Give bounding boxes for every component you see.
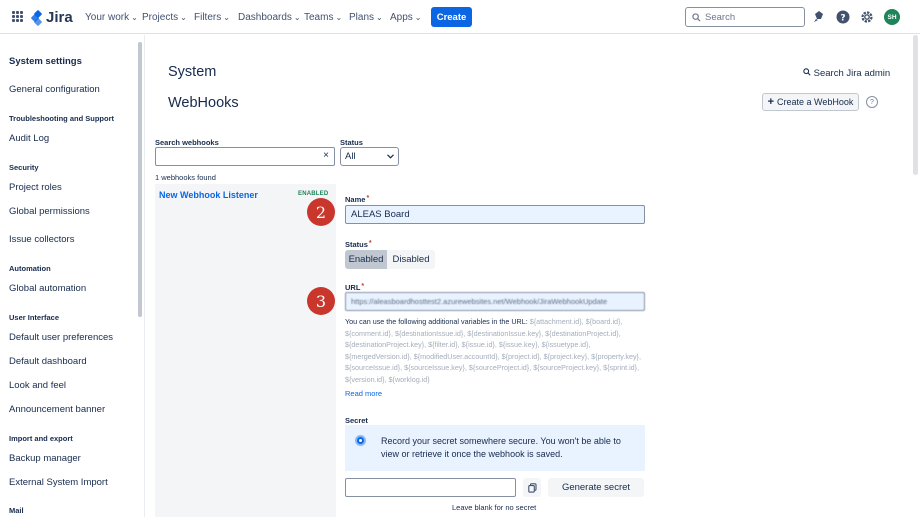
step-marker-2: 2 (307, 198, 335, 226)
create-webhook-button[interactable]: + Create a WebHook (762, 93, 859, 111)
clear-search-icon[interactable]: × (323, 150, 329, 161)
avatar[interactable]: SH (884, 9, 900, 25)
search-jira-admin-link[interactable]: Search Jira admin (803, 68, 890, 79)
url-variables-help: You can use the following additional var… (345, 317, 641, 384)
settings-icon[interactable] (860, 10, 874, 24)
chevron-down-icon: ⌄ (293, 13, 301, 22)
nav-projects[interactable]: Projects ⌄ (142, 12, 187, 23)
sidebar-section-automation: Automation (9, 264, 51, 273)
secret-helper-text: Leave blank for no secret (452, 503, 537, 512)
sidebar-item-issue-collectors[interactable]: Issue collectors (9, 234, 74, 245)
sidebar-section-user-interface: User Interface (9, 313, 60, 322)
search-webhooks-label: Search webhooks (155, 138, 219, 147)
help-button[interactable]: ? (866, 96, 878, 108)
info-icon (355, 435, 366, 446)
help-icon[interactable]: ? (836, 10, 850, 24)
sidebar-section-troubleshooting: Troubleshooting and Support (9, 114, 114, 123)
status-disabled-toggle[interactable]: Disabled (387, 250, 435, 269)
sidebar-item-default-dashboard[interactable]: Default dashboard (9, 356, 87, 367)
chevron-down-icon: ⌄ (223, 13, 230, 22)
sidebar-section-mail: Mail (9, 506, 24, 515)
sidebar-item-audit-log[interactable]: Audit Log (9, 133, 49, 144)
sidebar (0, 35, 145, 517)
status-enabled-toggle[interactable]: Enabled (345, 250, 387, 269)
webhooks-found-count: 1 webhooks found (155, 173, 216, 182)
sidebar-item-global-permissions[interactable]: Global permissions (9, 206, 90, 217)
page-scrollbar[interactable] (913, 35, 918, 175)
sidebar-section-import-export: Import and export (9, 434, 73, 443)
required-indicator: * (368, 240, 372, 247)
status-filter-label: Status (340, 138, 363, 147)
sidebar-item-global-automation[interactable]: Global automation (9, 283, 86, 294)
secret-info-text: Record your secret somewhere secure. You… (381, 436, 621, 459)
copy-icon (527, 482, 537, 493)
nav-dashboards[interactable]: Dashboards ⌄ (238, 12, 301, 23)
status-badge: ENABLED (298, 191, 329, 197)
sidebar-item-external-system-import[interactable]: External System Import (9, 477, 108, 488)
generate-secret-button[interactable]: Generate secret (548, 478, 644, 497)
sidebar-item-look-and-feel[interactable]: Look and feel (9, 380, 66, 391)
nav-plans[interactable]: Plans ⌄ (349, 12, 383, 23)
required-indicator: * (366, 195, 370, 202)
sidebar-section-security: Security (9, 163, 39, 172)
chevron-down-icon: ⌄ (414, 13, 422, 22)
secret-field-label: Secret (345, 416, 368, 425)
sidebar-title: System settings (9, 56, 82, 67)
sidebar-item-announcement-banner[interactable]: Announcement banner (9, 404, 105, 415)
svg-text:?: ? (840, 14, 845, 24)
secret-input[interactable] (345, 478, 516, 497)
webhook-list-item[interactable]: New Webhook Listener (159, 190, 258, 200)
nav-filters[interactable]: Filters ⌄ (194, 12, 230, 23)
status-filter-select[interactable]: All (340, 147, 399, 166)
sidebar-item-project-roles[interactable]: Project roles (9, 182, 62, 193)
nav-your-work[interactable]: Your work ⌄ (85, 12, 138, 23)
url-input[interactable]: https://aleasboardhosttest2.azurewebsite… (345, 292, 645, 311)
page-subtitle: WebHooks (168, 95, 239, 111)
nav-apps[interactable]: Apps ⌄ (390, 12, 422, 23)
global-search-input[interactable]: Search (685, 7, 805, 27)
name-input[interactable]: ALEAS Board (345, 205, 645, 224)
copy-secret-button[interactable] (523, 478, 541, 497)
sidebar-scrollbar[interactable] (138, 42, 142, 317)
webhook-list (155, 184, 336, 517)
jira-logo[interactable]: Jira (30, 9, 73, 26)
required-indicator: * (361, 283, 365, 290)
sidebar-item-default-user-preferences[interactable]: Default user preferences (9, 332, 113, 343)
search-icon (692, 12, 701, 22)
page-title: System (168, 64, 217, 80)
chevron-down-icon: ⌄ (335, 13, 343, 22)
nav-teams[interactable]: Teams ⌄ (304, 12, 342, 23)
chevron-down-icon: ⌄ (180, 13, 187, 22)
status-field-label: Status* (345, 240, 372, 249)
url-variables-list: ${attachment.id}, ${board.id}, ${comment… (345, 317, 641, 384)
search-webhooks-input[interactable]: × (155, 147, 335, 166)
step-marker-3: 3 (307, 287, 335, 315)
chevron-down-icon: ⌄ (131, 13, 138, 22)
chevron-down-icon: ⌄ (376, 13, 383, 22)
create-button[interactable]: Create (431, 7, 472, 27)
logo-text: Jira (46, 9, 73, 26)
notifications-icon[interactable] (812, 10, 826, 24)
url-field-label: URL* (345, 283, 365, 292)
secret-info-message: Record your secret somewhere secure. You… (345, 425, 645, 471)
jira-logo-icon (30, 9, 43, 26)
sidebar-item-backup-manager[interactable]: Backup manager (9, 453, 81, 464)
top-navigation: Jira Your work ⌄ Projects ⌄ Filters ⌄ Dashb… (0, 0, 920, 34)
sidebar-item-general-configuration[interactable]: General configuration (9, 84, 100, 95)
plus-icon: + (767, 96, 775, 108)
chevron-down-icon (387, 154, 394, 159)
read-more-link[interactable]: Read more (345, 389, 382, 398)
app-switcher-icon[interactable] (12, 11, 23, 22)
search-icon (803, 68, 811, 76)
name-field-label: Name* (345, 195, 370, 204)
